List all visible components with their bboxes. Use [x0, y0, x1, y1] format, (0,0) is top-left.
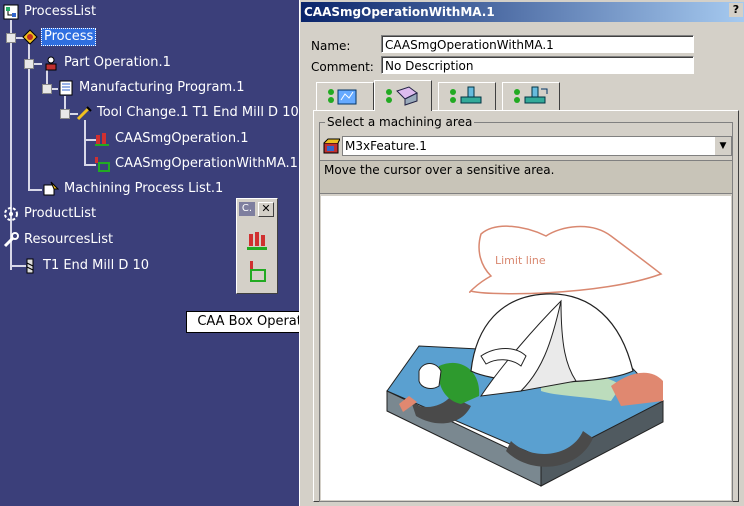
tree-item-tool[interactable]: T1 End Mill D 10	[22, 256, 151, 276]
product-list-icon	[4, 207, 18, 221]
tab-strategy[interactable]	[316, 82, 374, 110]
status-message: Move the cursor over a sensitive area.	[319, 160, 733, 194]
feature-icon	[323, 138, 340, 154]
name-label: Name:	[311, 39, 351, 53]
collapse-toggle[interactable]	[6, 33, 16, 43]
process-icon	[22, 29, 38, 45]
tree-item-label: CAASmgOperation.1	[115, 131, 249, 146]
toolbar-title: C.	[239, 202, 255, 216]
machining-area-select[interactable]: M3xFeature.1 ▼	[342, 136, 732, 156]
tree-connector	[84, 120, 86, 165]
tree-item-label: Part Operation.1	[64, 55, 171, 70]
tree-item-tool-change[interactable]: Tool Change.1 T1 End Mill D 10	[76, 103, 301, 123]
limit-line-label: Limit line	[495, 254, 546, 267]
tree-item-label: Tool Change.1 T1 End Mill D 10	[97, 105, 299, 120]
help-button[interactable]: ?	[729, 3, 743, 17]
operation-icon	[95, 133, 109, 146]
operation-box-icon	[95, 157, 110, 172]
geometry-icon	[386, 86, 418, 106]
comment-label: Comment:	[311, 60, 374, 74]
tab-feeds[interactable]	[502, 82, 560, 110]
tree-item-label: Process	[41, 28, 97, 46]
collapse-toggle[interactable]	[60, 109, 70, 119]
tree-item-resourceslist[interactable]: ResourcesList	[3, 230, 115, 250]
tree-item-label: ResourcesList	[24, 232, 114, 247]
collapse-toggle[interactable]	[24, 59, 34, 69]
tree-item-part-operation[interactable]: Part Operation.1	[43, 53, 173, 73]
tree-item-process[interactable]: Process	[22, 27, 97, 47]
box-operation-tool-icon[interactable]	[244, 259, 270, 285]
dialog-title: CAASmgOperationWithMA.1	[301, 2, 744, 22]
wrench-icon	[3, 232, 19, 248]
tool-change-icon	[76, 106, 92, 121]
toolbar-close-button[interactable]: ✕	[258, 202, 274, 217]
dropdown-arrow-icon[interactable]: ▼	[714, 137, 731, 155]
tree-item-productlist[interactable]: ProductList	[3, 204, 98, 224]
machining-area-legend: Select a machining area	[325, 115, 475, 129]
tab-tool[interactable]	[438, 82, 496, 110]
tree-item-operation[interactable]: CAASmgOperation.1	[94, 129, 251, 149]
strategy-icon	[328, 89, 357, 105]
part-operation-icon	[45, 56, 57, 71]
tree-item-label: Manufacturing Program.1	[79, 80, 245, 95]
machining-area-select-value: M3xFeature.1	[345, 139, 427, 153]
tree-item-label: ProductList	[24, 206, 97, 221]
comment-field[interactable]: No Description	[381, 56, 694, 74]
process-list-icon	[3, 4, 19, 20]
part-illustration: Limit line	[386, 225, 664, 487]
tab-geometry[interactable]	[374, 80, 432, 111]
machining-area-illustration[interactable]: Limit line	[321, 196, 731, 500]
feeds-tab-icon	[514, 86, 548, 104]
collapse-toggle[interactable]	[42, 84, 52, 94]
operation-tool-icon[interactable]	[244, 229, 270, 255]
tree-item-label: T1 End Mill D 10	[43, 258, 150, 273]
tree-item-processlist[interactable]: ProcessList	[3, 2, 98, 22]
tree-item-operation-with-ma[interactable]: CAASmgOperationWithMA.1	[94, 154, 300, 174]
floating-toolbar: C. ✕	[236, 198, 278, 294]
machining-process-icon	[43, 181, 59, 196]
tree-item-label: Machining Process List.1	[64, 181, 224, 196]
tree-item-machining-process-list[interactable]: Machining Process List.1	[43, 179, 225, 199]
tree-item-label: CAASmgOperationWithMA.1	[115, 156, 298, 171]
program-icon	[59, 80, 73, 96]
tree-connector	[28, 189, 42, 191]
end-mill-icon	[26, 258, 34, 274]
tool-tab-icon	[450, 86, 482, 104]
tree-item-label: ProcessList	[24, 4, 97, 19]
name-field[interactable]: CAASmgOperationWithMA.1	[381, 35, 694, 53]
tree-item-manufacturing-program[interactable]: Manufacturing Program.1	[58, 78, 247, 98]
